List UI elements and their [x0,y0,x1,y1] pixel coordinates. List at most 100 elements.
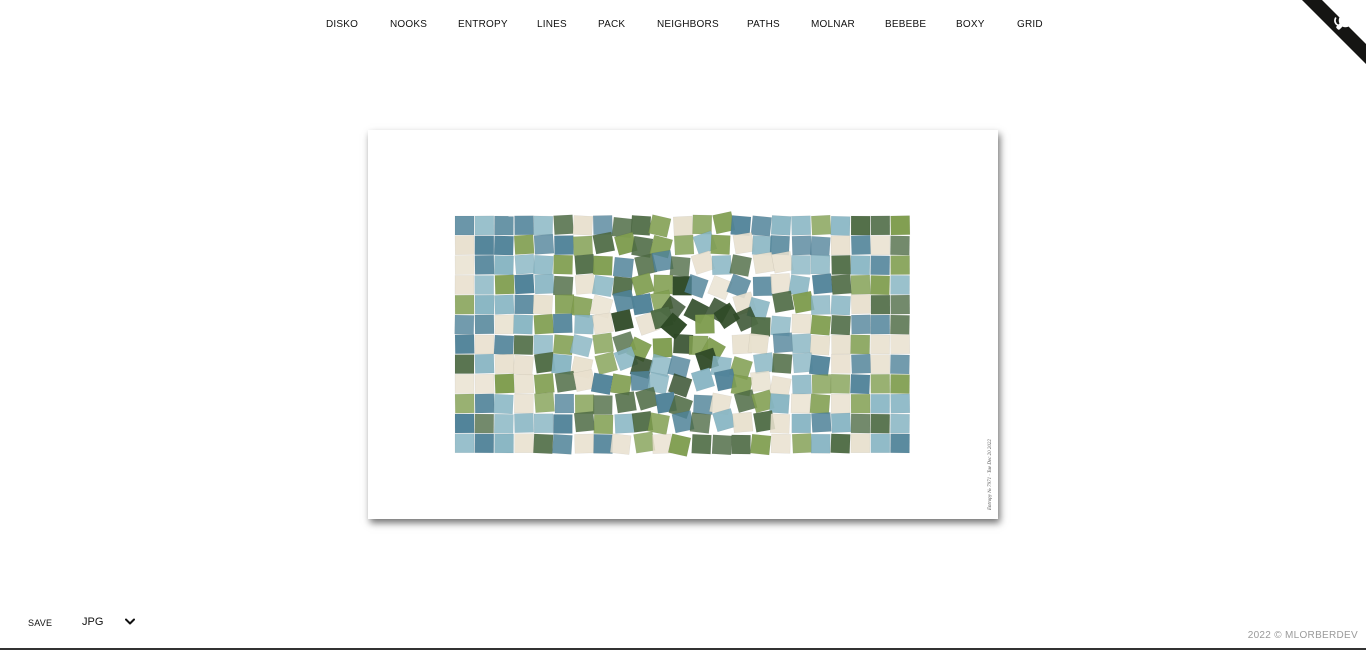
artwork-tile [493,413,514,434]
artwork-tile [512,354,534,376]
artwork-tile [732,411,754,434]
artwork-tile [769,393,790,414]
artwork-tile [572,235,594,256]
artwork-tile [454,275,475,295]
artwork-tile [474,294,495,315]
artwork-tile [890,393,911,414]
artwork-tile [667,354,691,379]
artwork-tile [612,256,635,279]
nav-item-lines[interactable]: LINES [537,18,567,32]
format-select-value: JPG [82,616,104,628]
artwork-tile [811,273,834,295]
artwork-tile [493,334,515,356]
artwork-tile [514,215,534,236]
artwork-tile [752,276,773,297]
artwork-tile [454,374,475,394]
artwork-tile [454,294,475,315]
artwork-tile [669,255,691,278]
artwork-tile [771,353,793,374]
artwork-tile [647,412,671,436]
artwork-tile [769,413,791,434]
artwork-tile [494,373,515,394]
nav-item-disko[interactable]: DISKO [326,18,358,32]
artwork-signature: Entropy № 7971 · Tue Dec 20 2022 [984,420,993,510]
entropy-artwork [454,211,911,457]
artwork-tile [493,235,514,256]
nav-item-neighbors[interactable]: NEIGHBORS [657,18,719,32]
artwork-tile [890,235,910,256]
artwork-tile [493,393,514,415]
artwork-tile [830,373,851,394]
artwork-tile [830,235,851,256]
artwork-tile [870,433,891,454]
nav-item-grid[interactable]: GRID [1017,18,1043,32]
save-button[interactable]: SAVE [28,618,52,628]
artwork-tile [673,234,695,256]
artwork-tile [474,314,495,335]
artwork-tile [553,254,574,275]
artwork-tile [591,312,615,335]
artwork-tile [711,434,733,456]
artwork-tile [593,414,614,435]
artwork-tile [534,392,555,414]
artwork-tile [533,313,555,335]
artwork-tile [830,412,852,434]
artwork-tile [514,413,534,433]
artwork-tile [810,433,831,454]
artwork-tile [689,412,712,434]
artwork-tile [850,393,871,414]
artwork-tile [591,274,615,298]
artwork-tile [474,235,495,256]
artwork-tile [454,235,475,256]
artwork-tile [850,255,871,276]
artwork-tile [554,235,574,256]
artwork-tile [614,413,635,434]
artwork-tile [494,353,515,374]
artwork-tile [810,295,831,315]
nav-item-molnar[interactable]: MOLNAR [811,18,855,32]
artwork-tile [454,393,475,414]
top-nav: DISKO NOOKS ENTROPY LINES PACK NEIGHBORS… [0,18,1366,32]
artwork-tile [809,393,831,415]
github-corner-link[interactable] [1302,0,1366,64]
artwork-tile [533,234,555,255]
nav-item-entropy[interactable]: ENTROPY [458,18,508,32]
signature-text: Entropy № 7971 · Tue Dec 20 2022 [988,439,993,510]
artwork-tile [850,215,871,236]
artwork-tile [870,235,891,256]
artwork-tile [630,215,652,236]
artwork-tile [572,215,594,236]
nav-item-paths[interactable]: PATHS [747,18,780,32]
artwork-tile [770,215,792,236]
artwork-tile [870,354,890,374]
artwork-tile [711,255,732,276]
format-select[interactable]: JPG [82,615,138,631]
artwork-tile [791,374,812,395]
page: DISKO NOOKS ENTROPY LINES PACK NEIGHBORS… [0,0,1366,650]
nav-item-boxy[interactable]: BOXY [956,18,985,32]
artwork-tile [691,433,712,455]
nav-item-pack[interactable]: PACK [598,18,625,32]
artwork-tile [771,290,795,314]
artwork-tile [574,433,595,454]
artwork-tile [454,215,475,236]
artwork-tile [569,333,594,358]
artwork-tile [831,254,852,275]
artwork-tile [513,393,534,414]
artwork-tile [731,434,751,455]
artwork-tile [850,234,871,256]
artwork-tile [647,214,672,238]
artwork-tile [890,294,911,315]
artwork-tile [830,433,851,454]
artwork-tile [494,294,515,315]
artwork-tile [474,373,495,394]
artwork-tile [791,413,812,434]
artwork-tile [610,308,635,333]
artwork-tile [850,413,871,434]
artwork-tile [870,373,891,394]
nav-item-nooks[interactable]: NOOKS [390,18,427,32]
artwork-tile [494,433,514,454]
artwork-tile [870,255,891,276]
nav-item-bebebe[interactable]: BEBEBE [885,18,926,32]
artwork-tile [830,274,852,295]
